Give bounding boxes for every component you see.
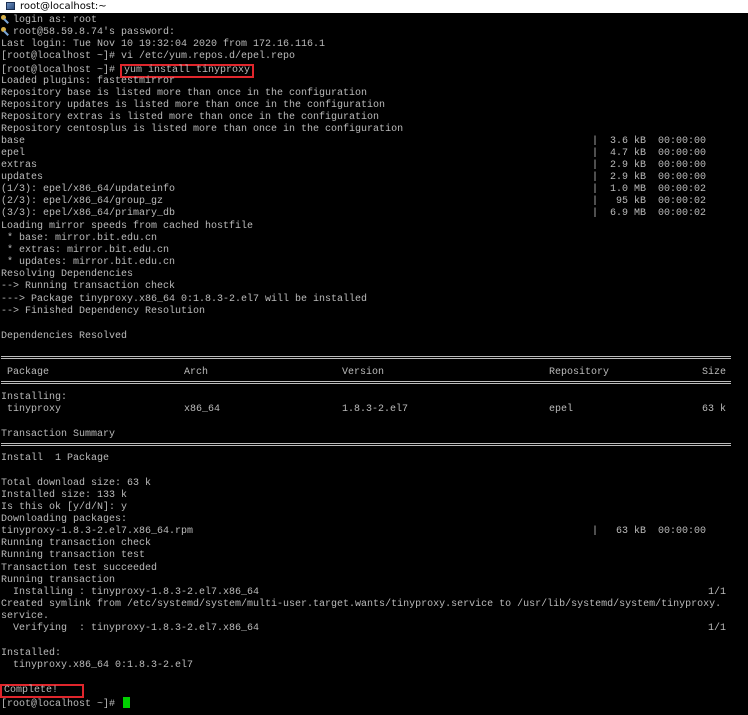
terminal-cursor[interactable] [123,697,131,708]
output-line: Running transaction check [1,538,152,549]
window-title: root@localhost:~ [20,1,107,12]
window-titlebar[interactable]: root@localhost:~ [0,0,748,13]
symlink-line: service. [1,611,50,622]
download-line: epel [1,148,26,159]
symlink-line: Created symlink from /etc/systemd/system… [1,599,722,610]
installed-label: Installed: [1,648,62,659]
download-line: (1/3): epel/x86_64/updateinfo [1,184,176,195]
output-line: --> Running transaction check [1,281,176,292]
installing-label: Installing: [1,392,68,403]
verifying-pkg-line: Verifying : tinyproxy-1.8.3-2.el7.x86_64 [1,623,260,634]
rpm-file-line: tinyproxy-1.8.3-2.el7.x86_64.rpm [1,526,194,537]
table-rule [1,381,731,384]
command-line-yum: [root@localhost ~]# yum install tinyprox… [1,64,255,78]
table-header-package: Package [1,367,50,378]
repo-warning-line: Repository centosplus is listed more tha… [1,124,404,135]
output-line: Transaction test succeeded [1,563,158,574]
key-icon [1,15,9,23]
output-line: Installed size: 133 k [1,490,128,501]
output-line: Downloading packages: [1,514,128,525]
output-line: * base: mirror.bit.edu.cn [1,233,158,244]
output-line: --> Finished Dependency Resolution [1,306,206,317]
transaction-summary: Transaction Summary [1,429,116,440]
deps-resolved-line: Dependencies Resolved [1,331,128,342]
highlighted-complete: Complete! [0,684,85,698]
putty-app-icon[interactable] [6,2,15,10]
output-line: Running transaction test [1,550,146,561]
table-rule [1,356,731,359]
download-line: updates [1,172,44,183]
download-line: (2/3): epel/x86_64/group_gz [1,196,164,207]
repo-warning-line: Repository extras is listed more than on… [1,112,380,123]
output-line: Loading mirror speeds from cached hostfi… [1,221,254,232]
download-size: | 6.9 MB 00:00:02 [592,208,707,219]
table-cell-package: tinyproxy [1,404,62,415]
output-line: Total download size: 63 k [1,478,152,489]
table-cell-repository: epel [549,404,574,415]
terminal-screen[interactable]: login as: root root@58.59.8.74's passwor… [0,13,748,715]
rpm-size: | 63 kB 00:00:00 [592,526,707,537]
table-header-size: Size [702,367,727,378]
repo-warning-line: Repository updates is listed more than o… [1,100,386,111]
table-cell-version: 1.8.3-2.el7 [342,404,409,415]
table-header-version: Version [342,367,385,378]
table-header-repository: Repository [549,367,610,378]
installing-pkg-line: Installing : tinyproxy-1.8.3-2.el7.x86_6… [1,587,260,598]
download-line: base [1,136,26,147]
installed-pkg: tinyproxy.x86_64 0:1.8.3-2.el7 [1,660,194,671]
verifying-progress: 1/1 [708,623,727,634]
download-size: | 4.7 kB 00:00:00 [592,148,707,159]
download-size: | 3.6 kB 00:00:00 [592,136,707,147]
output-line: ---> Package tinyproxy.x86_64 0:1.8.3-2.… [1,294,368,305]
table-header-arch: Arch [184,367,209,378]
table-rule [1,443,731,446]
key-icon [1,27,9,35]
download-size: | 95 kB 00:00:02 [592,196,707,207]
output-line: * updates: mirror.bit.edu.cn [1,257,176,268]
download-line: (3/3): epel/x86_64/primary_db [1,208,176,219]
output-line: Is this ok [y/d/N]: y [1,502,128,513]
output-line: Running transaction [1,575,116,586]
login-line: login as: root [1,15,97,27]
download-line: extras [1,160,38,171]
table-cell-size: 63 k [702,404,727,415]
repo-warning-line: Repository base is listed more than once… [1,88,368,99]
installing-progress: 1/1 [708,587,727,598]
plugins-line: Loaded plugins: fastestmirror [1,76,176,87]
output-line: Resolving Dependencies [1,269,134,280]
complete-line: Complete! [0,684,85,698]
last-login-line: Last login: Tue Nov 10 19:32:04 2020 fro… [1,39,326,50]
output-line: * extras: mirror.bit.edu.cn [1,245,170,256]
command-line-vi: [root@localhost ~]# vi /etc/yum.repos.d/… [1,51,296,62]
final-prompt-line[interactable]: [root@localhost ~]# [1,697,131,710]
download-size: | 2.9 kB 00:00:00 [592,160,707,171]
password-line: root@58.59.8.74's password: [1,27,175,39]
install-count: Install 1 Package [1,453,110,464]
download-size: | 2.9 kB 00:00:00 [592,172,707,183]
download-size: | 1.0 MB 00:00:02 [592,184,707,195]
table-cell-arch: x86_64 [184,404,221,415]
